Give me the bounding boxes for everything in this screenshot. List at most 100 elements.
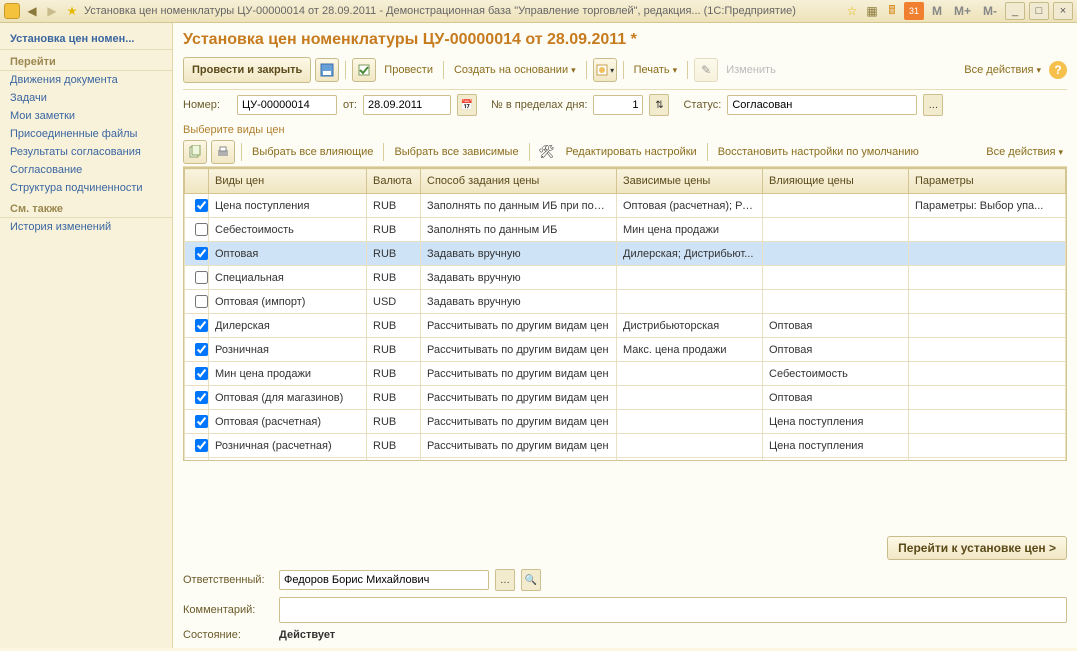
sidebar-item[interactable]: Присоединенные файлы <box>0 125 172 143</box>
print-link[interactable]: Печать <box>630 64 682 76</box>
select-dependent-link[interactable]: Выбрать все зависимые <box>390 146 522 158</box>
responsible-input[interactable] <box>279 570 489 590</box>
post-and-close-button[interactable]: Провести и закрыть <box>183 57 311 83</box>
fav-icon[interactable]: ☆ <box>844 3 860 19</box>
sidebar-section-goto: Перейти <box>0 50 172 71</box>
row-checkbox[interactable] <box>195 415 208 428</box>
mem-mminus[interactable]: M- <box>979 4 1001 18</box>
table-row[interactable]: СебестоимостьRUBЗаполнять по данным ИБМи… <box>185 218 1066 242</box>
cell: Мин цена продажи <box>209 362 367 386</box>
row-checkbox[interactable] <box>195 439 208 452</box>
minimize-button[interactable]: _ <box>1005 2 1025 20</box>
footer: Ответственный: … 🔍 Комментарий: Состояни… <box>183 566 1067 644</box>
settings-icon[interactable]: 🛠 <box>536 141 558 163</box>
cell <box>617 434 763 458</box>
price-types-table: Виды ценВалютаСпособ задания ценыЗависим… <box>183 167 1067 461</box>
cell: RUB <box>367 386 421 410</box>
restore-button[interactable]: □ <box>1029 2 1049 20</box>
sidebar: Установка цен номен... Перейти Движения … <box>0 23 173 648</box>
row-checkbox[interactable] <box>195 319 208 332</box>
inday-stepper[interactable]: ⇅ <box>649 94 669 116</box>
date-picker-icon[interactable]: 📅 <box>457 94 477 116</box>
star-icon[interactable]: ★ <box>64 3 80 19</box>
row-checkbox[interactable] <box>195 199 208 212</box>
column-header[interactable]: Влияющие цены <box>763 169 909 194</box>
row-checkbox[interactable] <box>195 271 208 284</box>
column-header[interactable]: Виды цен <box>209 169 367 194</box>
sidebar-item[interactable]: Согласование <box>0 161 172 179</box>
table-row[interactable]: Мин цена продажиRUBРассчитывать по други… <box>185 362 1066 386</box>
fwd-icon[interactable]: ▶ <box>44 3 60 19</box>
cell: Цена поступления <box>763 434 909 458</box>
column-header[interactable]: Валюта <box>367 169 421 194</box>
sidebar-item[interactable]: Мои заметки <box>0 107 172 125</box>
post-icon[interactable] <box>352 58 376 82</box>
cell: RUB <box>367 338 421 362</box>
responsible-select-button[interactable]: … <box>495 569 515 591</box>
create-based-link[interactable]: Создать на основании <box>450 64 580 76</box>
inday-input[interactable] <box>593 95 643 115</box>
restore-defaults-link[interactable]: Восстановить настройки по умолчанию <box>714 146 923 158</box>
goto-prices-button[interactable]: Перейти к установке цен > <box>887 536 1067 560</box>
help-icon[interactable]: ? <box>1049 61 1067 79</box>
cell <box>909 314 1066 338</box>
mem-m[interactable]: M <box>928 4 946 18</box>
report-icon[interactable]: ▾ <box>593 58 617 82</box>
row-checkbox[interactable] <box>195 391 208 404</box>
back-icon[interactable]: ◀ <box>24 3 40 19</box>
mem-mplus[interactable]: M+ <box>950 4 975 18</box>
row-checkbox[interactable] <box>195 223 208 236</box>
edit-settings-link[interactable]: Редактировать настройки <box>562 146 701 158</box>
cell: Оптовая (импорт) <box>209 290 367 314</box>
column-header[interactable]: Способ задания цены <box>421 169 617 194</box>
sidebar-item[interactable]: Задачи <box>0 89 172 107</box>
sidebar-item[interactable]: Результаты согласования <box>0 143 172 161</box>
table-row[interactable]: Оптовая (расчетная)RUBРассчитывать по др… <box>185 410 1066 434</box>
table-row[interactable]: ОптоваяRUBЗадавать вручнуюДилерская; Дис… <box>185 242 1066 266</box>
sidebar-item[interactable]: Движения документа <box>0 71 172 89</box>
row-checkbox[interactable] <box>195 343 208 356</box>
column-header[interactable]: Зависимые цены <box>617 169 763 194</box>
all-actions-sub-link[interactable]: Все действия <box>982 146 1067 158</box>
column-header[interactable] <box>185 169 209 194</box>
sidebar-item[interactable]: Структура подчиненности <box>0 179 172 197</box>
table-row[interactable]: Оптовая (для магазинов)RUBРассчитывать п… <box>185 386 1066 410</box>
select-affecting-link[interactable]: Выбрать все влияющие <box>248 146 377 158</box>
cell: Рассчитывать по другим видам цен <box>421 314 617 338</box>
grid-icon[interactable]: ▦ <box>864 3 880 19</box>
page-title: Установка цен номенклатуры ЦУ-00000014 о… <box>183 31 1067 49</box>
copy-icon[interactable] <box>183 140 207 164</box>
fields-row: Номер: от: 📅 № в пределах дня: ⇅ Статус:… <box>183 90 1067 120</box>
row-checkbox[interactable] <box>195 295 208 308</box>
inday-label: № в пределах дня: <box>491 99 587 111</box>
responsible-open-button[interactable]: 🔍 <box>521 569 541 591</box>
number-input[interactable] <box>237 95 337 115</box>
cell <box>763 242 909 266</box>
table-row[interactable]: СпециальнаяRUBЗадавать вручную <box>185 266 1066 290</box>
cell: Розничная <box>209 338 367 362</box>
cell <box>909 266 1066 290</box>
date-input[interactable] <box>363 95 451 115</box>
save-icon[interactable] <box>315 58 339 82</box>
sidebar-item[interactable]: История изменений <box>0 218 172 236</box>
table-row[interactable]: Оптовая (импорт)USDЗадавать вручную <box>185 290 1066 314</box>
print-sub-icon[interactable] <box>211 140 235 164</box>
close-button[interactable]: × <box>1053 2 1073 20</box>
table-row[interactable]: РозничнаяRUBРассчитывать по другим видам… <box>185 338 1066 362</box>
post-link[interactable]: Провести <box>380 64 437 76</box>
calendar-icon[interactable]: 31 <box>904 2 924 20</box>
table-row[interactable]: Розничная (расчетная)RUBРассчитывать по … <box>185 434 1066 458</box>
all-actions-link[interactable]: Все действия <box>960 64 1045 76</box>
status-input[interactable] <box>727 95 917 115</box>
calc-icon[interactable]: 🖩 <box>884 3 900 19</box>
cell <box>617 410 763 434</box>
cell: Оптовая <box>763 386 909 410</box>
column-header[interactable]: Параметры <box>909 169 1066 194</box>
table-row[interactable]: ДилерскаяRUBРассчитывать по другим видам… <box>185 314 1066 338</box>
row-checkbox[interactable] <box>195 367 208 380</box>
comment-input[interactable] <box>279 597 1067 623</box>
row-checkbox[interactable] <box>195 247 208 260</box>
status-select-button[interactable]: … <box>923 94 943 116</box>
cell: Себестоимость <box>763 362 909 386</box>
table-row[interactable]: Цена поступленияRUBЗаполнять по данным И… <box>185 194 1066 218</box>
